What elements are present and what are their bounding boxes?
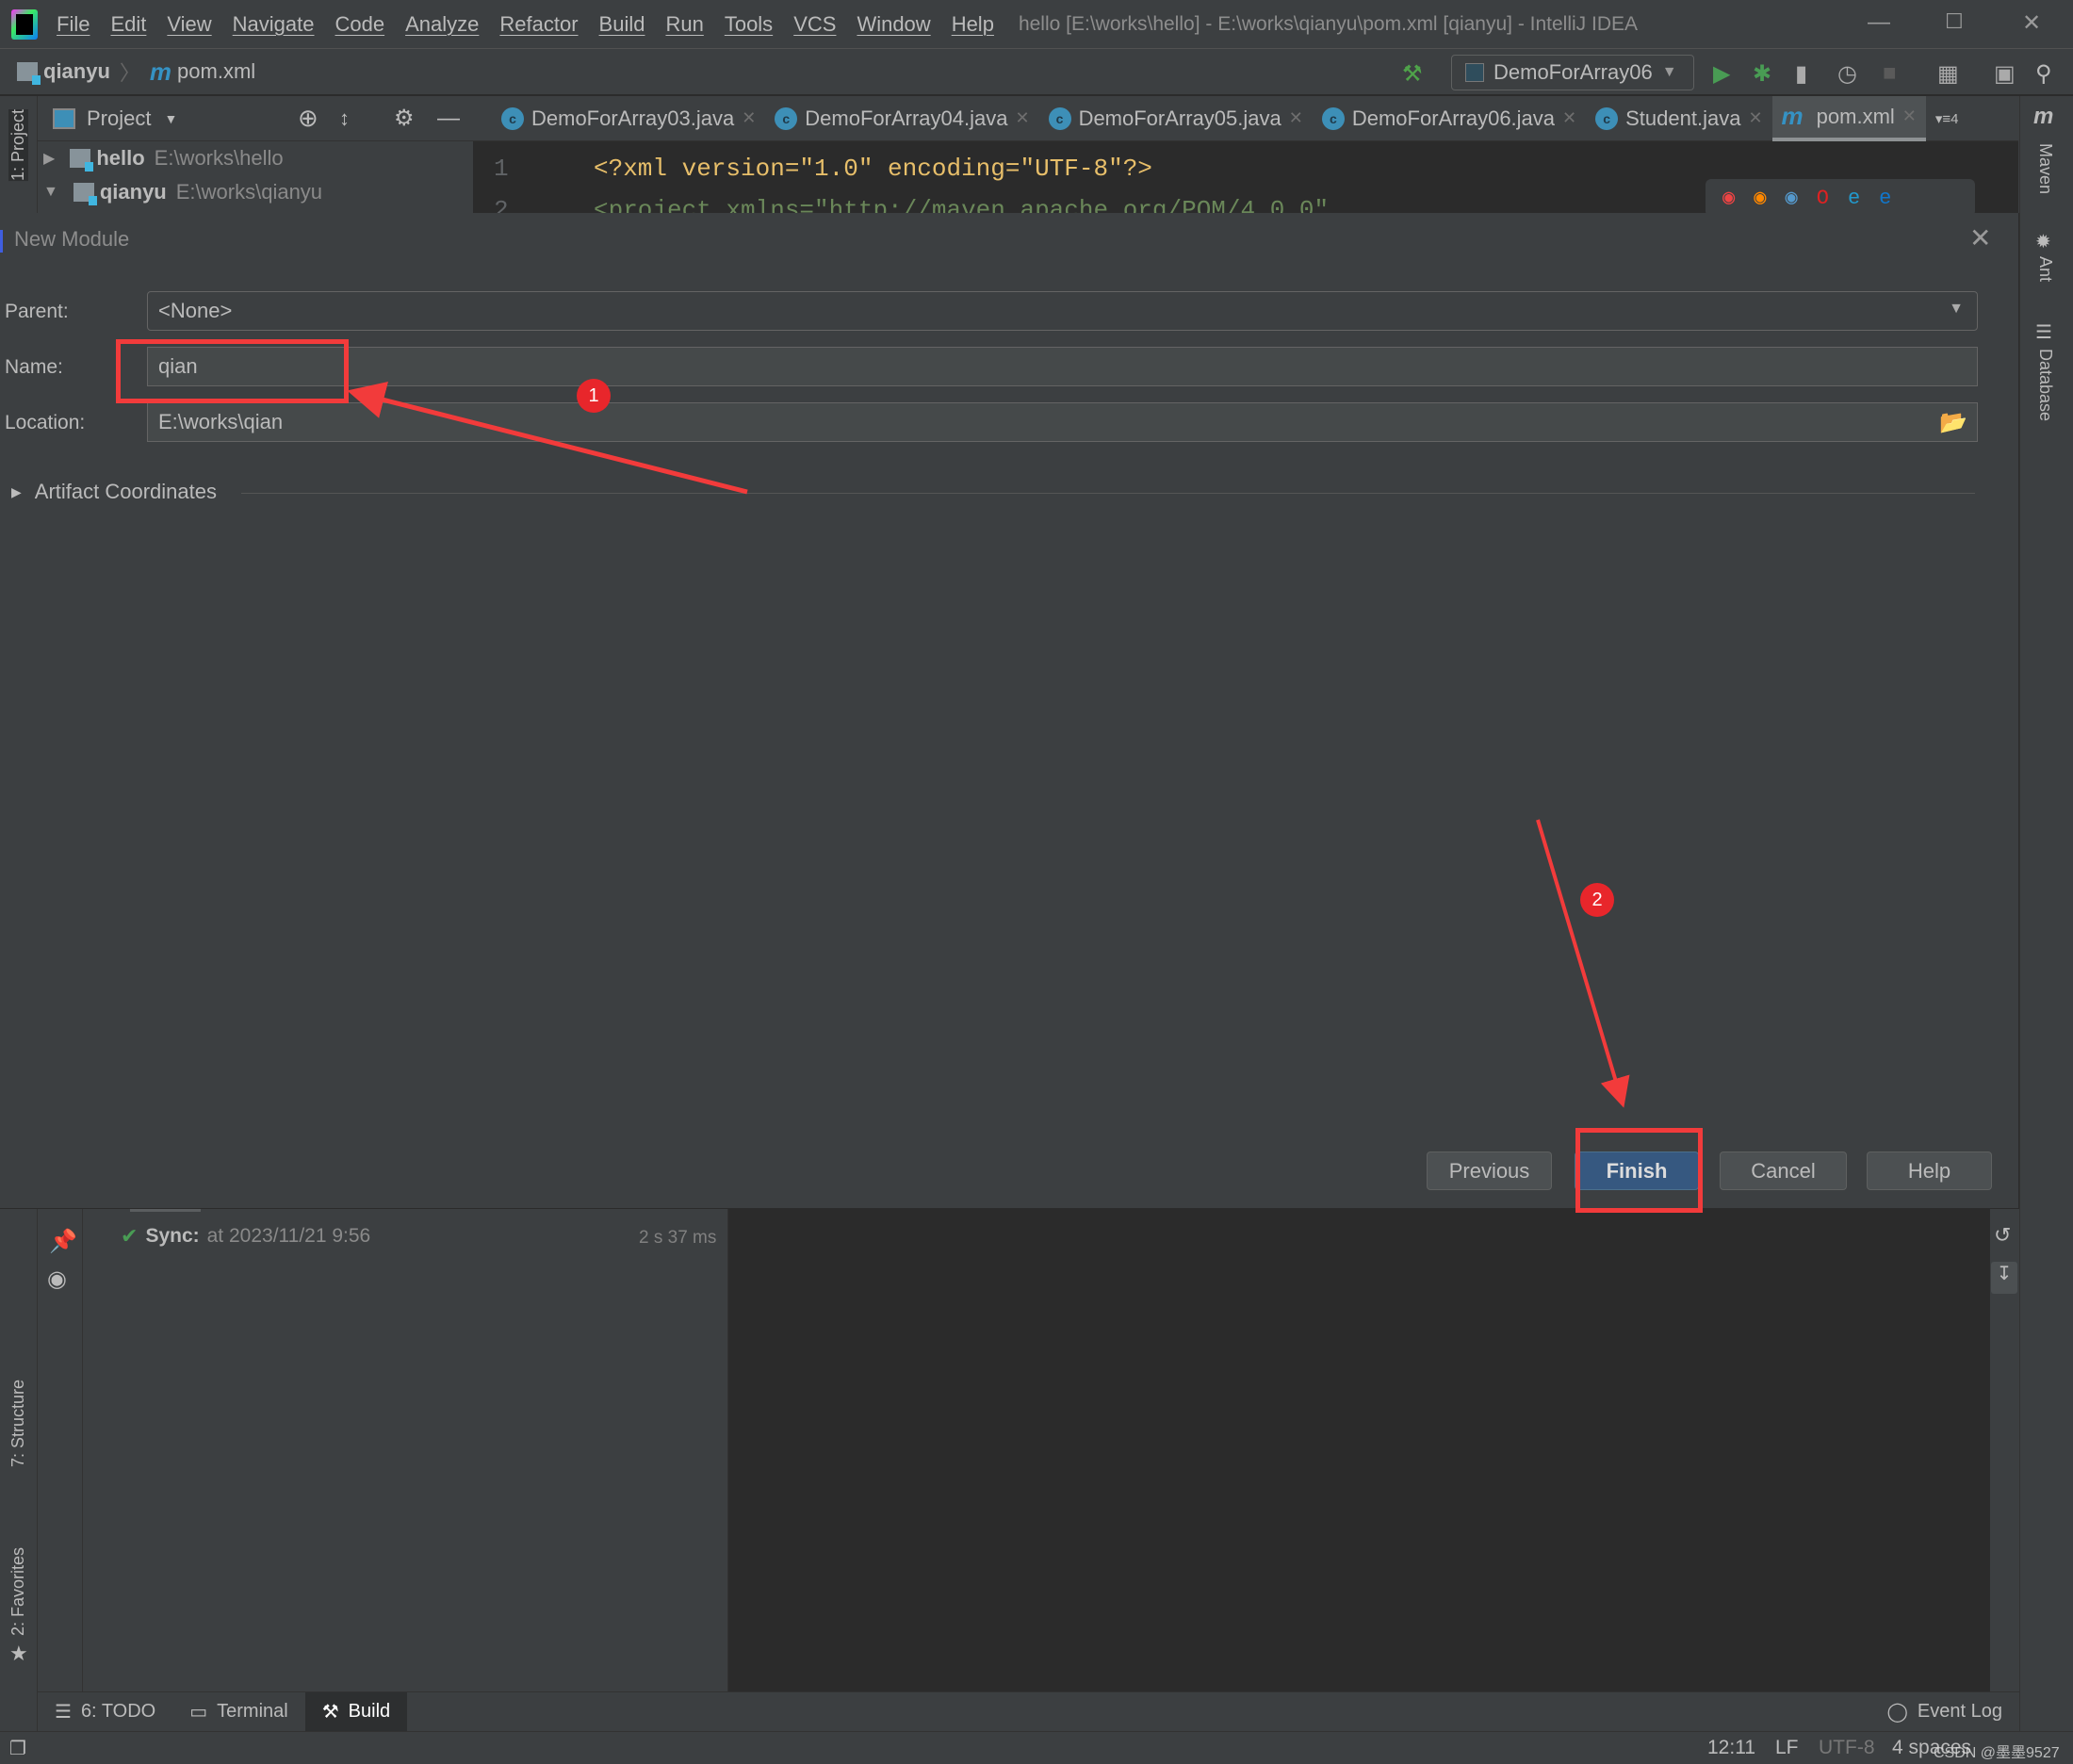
list-icon: ☰ bbox=[55, 1702, 72, 1723]
annotation-arrow-1 bbox=[347, 381, 748, 495]
tool-windows-toggle-icon[interactable]: ❐ bbox=[9, 1737, 26, 1760]
tab-terminal[interactable]: ▭ Terminal bbox=[172, 1692, 304, 1732]
annotation-arrows bbox=[347, 381, 1630, 1108]
tab-label: Event Log bbox=[1917, 1701, 2002, 1722]
tab-todo[interactable]: ☰ 6: TODO bbox=[38, 1692, 172, 1732]
annotation-badge-2: 2 bbox=[1580, 883, 1614, 917]
hammer-icon: ⚒ bbox=[321, 1702, 339, 1723]
tab-label: 6: TODO bbox=[80, 1701, 156, 1722]
annotation-arrow-2 bbox=[1536, 819, 1630, 1108]
tab-label: Build bbox=[348, 1701, 391, 1722]
file-encoding[interactable]: UTF-8 bbox=[1819, 1737, 1875, 1759]
tool-window-tabs: ☰ 6: TODO ▭ Terminal ⚒ Build ◯ Event Log bbox=[38, 1691, 2019, 1732]
tab-build[interactable]: ⚒ Build bbox=[304, 1691, 408, 1732]
status-bar: ❐ 12:11 LF UTF-8 4 spaces CSDN @墨墨9527 bbox=[0, 1731, 2073, 1764]
watermark: CSDN @墨墨9527 bbox=[1934, 1745, 2060, 1761]
annotation-badge-1: 1 bbox=[577, 379, 611, 413]
event-log-button[interactable]: ◯ Event Log bbox=[1870, 1692, 2019, 1732]
caret-position[interactable]: 12:11 bbox=[1707, 1737, 1755, 1759]
terminal-icon: ▭ bbox=[189, 1702, 208, 1723]
speech-bubble-icon: ◯ bbox=[1886, 1702, 1908, 1723]
tab-label: Terminal bbox=[217, 1701, 288, 1722]
line-separator[interactable]: LF bbox=[1775, 1737, 1799, 1759]
